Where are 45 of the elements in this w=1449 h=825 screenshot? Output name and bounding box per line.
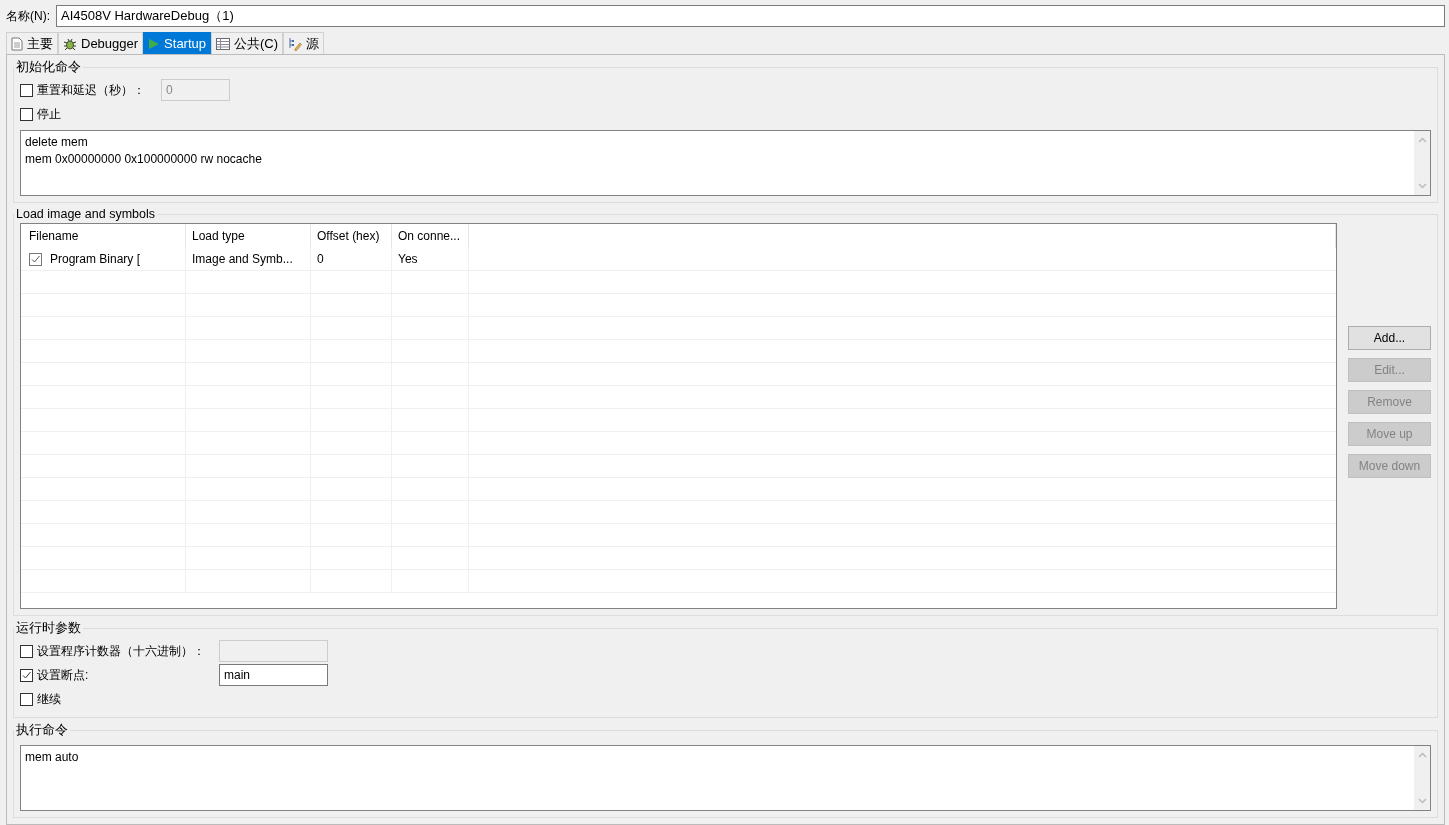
group-title: 执行命令 <box>15 722 69 739</box>
source-icon <box>288 36 303 51</box>
group-title: Load image and symbols <box>15 207 156 221</box>
bug-icon <box>63 36 77 51</box>
table-cell: Yes <box>398 252 418 266</box>
command-line: mem 0x00000000 0x100000000 rw nocache <box>25 151 263 168</box>
tab[interactable]: 源 <box>283 32 325 54</box>
scrollbar[interactable] <box>1414 131 1430 195</box>
option-label: 停止 <box>37 105 62 123</box>
option-label: 继续 <box>37 690 62 708</box>
scroll-down-icon[interactable] <box>1417 183 1427 189</box>
column-header[interactable]: Filename <box>21 224 186 248</box>
column-header[interactable]: On conne... <box>392 224 469 248</box>
checkbox[interactable] <box>20 668 33 682</box>
option-label: 设置断点: <box>37 666 90 684</box>
name-label: 名称(N): <box>6 7 50 25</box>
checkbox[interactable] <box>29 252 42 266</box>
option-label: 重置和延迟（秒）： <box>37 81 146 99</box>
name-field[interactable]: AI4508V HardwareDebug（1) <box>56 5 1445 27</box>
scroll-up-icon[interactable] <box>1417 752 1427 758</box>
command-text-area[interactable]: delete mem mem 0x00000000 0x100000000 rw nocache <box>20 130 1431 196</box>
table-icon <box>216 37 231 50</box>
option-label: 设置程序计数器（十六进制）： <box>37 642 206 660</box>
tab[interactable]: 公共(C) <box>211 32 284 54</box>
scroll-down-icon[interactable] <box>1417 798 1427 804</box>
group-title: 运行时参数 <box>15 620 82 637</box>
tab[interactable]: Startup <box>143 32 212 54</box>
table-cell: 0 <box>317 252 324 266</box>
document-icon <box>11 36 23 51</box>
scroll-up-icon[interactable] <box>1417 137 1427 143</box>
checkbox[interactable] <box>20 107 33 121</box>
tab[interactable]: Debugger <box>58 32 144 54</box>
table-cell: Image and Symb... <box>192 252 293 266</box>
action-button[interactable]: Add... <box>1348 326 1431 350</box>
input-field[interactable]: main <box>219 664 328 686</box>
play-icon <box>148 37 161 50</box>
group-title: 初始化命令 <box>15 59 82 76</box>
command-line: mem auto <box>25 749 80 766</box>
command-line: delete mem <box>25 134 89 151</box>
scrollbar[interactable] <box>1414 746 1430 810</box>
column-header[interactable]: Load type <box>186 224 311 248</box>
tab[interactable]: 主要 <box>6 32 58 54</box>
checkbox[interactable] <box>20 692 33 706</box>
column-header[interactable]: Offset (hex) <box>311 224 392 248</box>
table-cell: Program Binary [ <box>50 252 141 266</box>
